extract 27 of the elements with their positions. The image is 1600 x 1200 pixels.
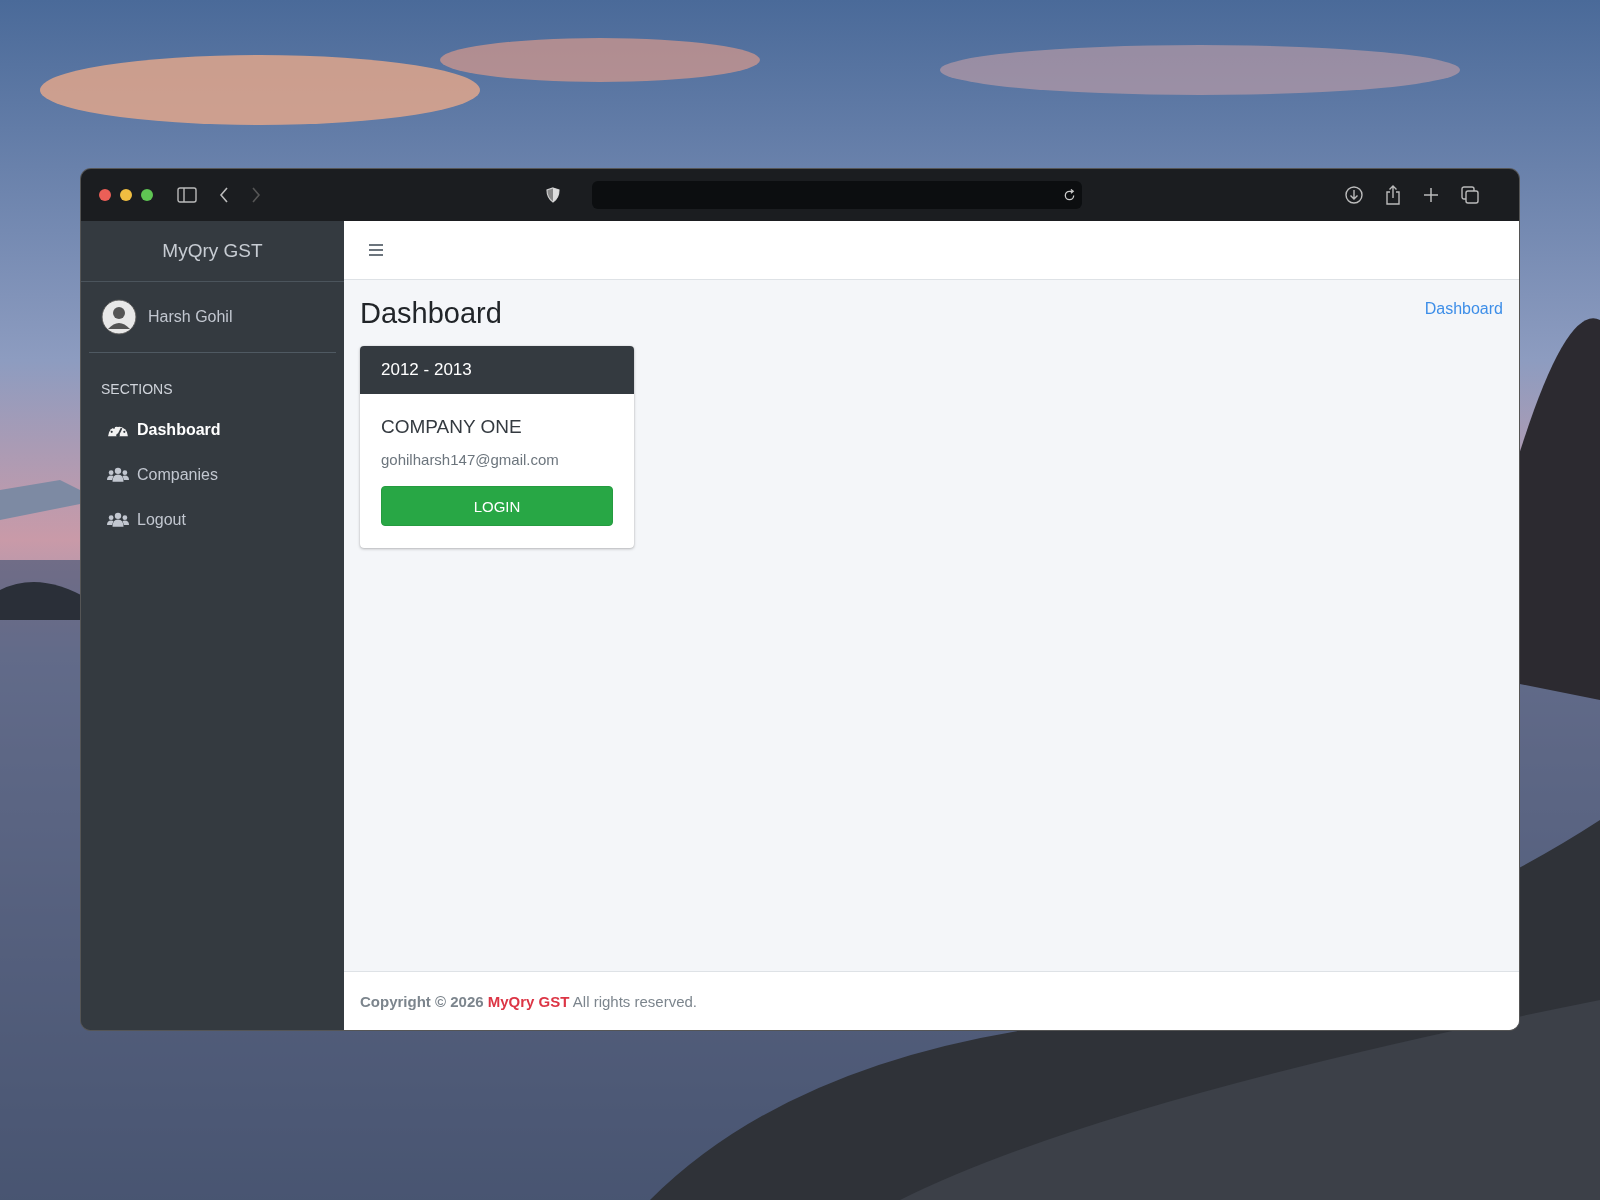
copyright-text: Copyright © 2026 MyQry GST All rights reserved.: [360, 992, 697, 1010]
share-icon[interactable]: [1385, 185, 1401, 205]
company-name: COMPANY ONE: [381, 416, 523, 438]
brand-link[interactable]: MyQry GST: [487, 992, 570, 1010]
users-icon: [107, 511, 129, 528]
card-header: 2012 - 2013: [360, 346, 634, 394]
reload-icon[interactable]: [1063, 188, 1076, 202]
tabs-icon[interactable]: [1461, 186, 1479, 204]
new-tab-icon[interactable]: [1423, 187, 1439, 203]
section-heading: SECTIONS: [101, 381, 174, 397]
back-icon[interactable]: [219, 187, 229, 203]
users-icon: [107, 466, 129, 483]
brand-link[interactable]: MyQry GST: [162, 240, 263, 262]
nav-item[interactable]: Logout: [89, 497, 198, 542]
nav-item[interactable]: Companies: [89, 452, 230, 497]
page-title: Dashboard: [360, 296, 502, 330]
shield-icon[interactable]: [546, 187, 560, 203]
close-button[interactable]: [99, 189, 111, 201]
minimize-button[interactable]: [120, 189, 132, 201]
avatar-icon: [101, 299, 137, 335]
download-icon[interactable]: [1345, 186, 1363, 204]
menu-icon[interactable]: [368, 243, 384, 257]
zoom-button[interactable]: [141, 189, 153, 201]
nav-item[interactable]: Dashboard: [89, 407, 233, 452]
user-name-link[interactable]: Harsh Gohil: [148, 308, 233, 326]
sidebar-toggle-icon[interactable]: [177, 187, 197, 203]
company-email: gohilharsh147@gmail.com: [381, 451, 560, 468]
